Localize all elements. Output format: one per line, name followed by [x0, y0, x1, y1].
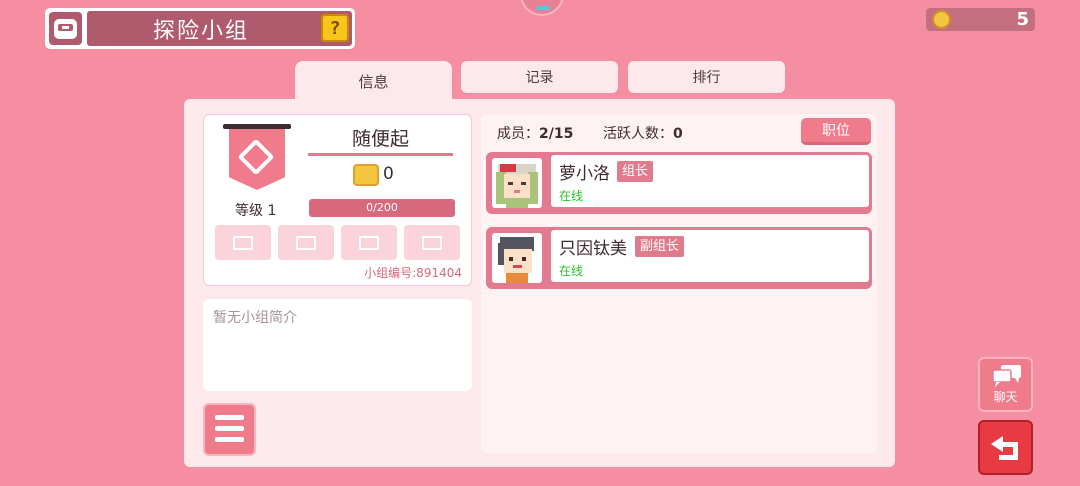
- currency-value: 5: [1016, 9, 1029, 30]
- members-panel: 成员：2/15 活跃人数：0 职位 萝小洛 组长 在线 只因钛美 副组长 在线: [481, 114, 877, 453]
- group-score: 0: [383, 164, 394, 184]
- slot-icon: [359, 236, 379, 250]
- role-badge: 组长: [617, 161, 654, 182]
- chat-label: 聊天: [993, 390, 1018, 404]
- trophy-icon: [353, 164, 379, 186]
- members-count: 成员：2/15: [497, 126, 574, 142]
- badge-slot[interactable]: [341, 225, 397, 260]
- chat-button[interactable]: 聊天: [978, 357, 1033, 412]
- menu-icon: [215, 415, 244, 420]
- description-text: 暂无小组简介: [213, 310, 297, 326]
- back-arrow-icon: [990, 435, 1018, 460]
- position-button[interactable]: 职位: [801, 118, 871, 145]
- xp-text: 0/200: [366, 201, 398, 214]
- chat-icon: [992, 365, 1021, 387]
- tab-ranking[interactable]: 排行: [628, 61, 785, 93]
- help-button[interactable]: ?: [321, 14, 349, 42]
- menu-button[interactable]: [203, 403, 256, 456]
- member-status: 在线: [559, 264, 584, 278]
- team-icon: [49, 12, 82, 45]
- xp-progress-bar: 0/200: [309, 199, 455, 217]
- badge-slot[interactable]: [215, 225, 271, 260]
- member-name: 萝小洛: [559, 164, 610, 184]
- member-row[interactable]: 只因钛美 副组长 在线: [486, 227, 872, 289]
- slot-icon: [296, 236, 316, 250]
- group-level: 等级 1: [235, 203, 277, 219]
- member-name: 只因钛美: [559, 239, 627, 259]
- member-row[interactable]: 萝小洛 组长 在线: [486, 152, 872, 214]
- title-bar: 探险小组 ?: [45, 8, 355, 49]
- avatar: [492, 158, 542, 208]
- active-count: 活跃人数：0: [603, 126, 683, 142]
- slot-icon: [422, 236, 442, 250]
- page-title: 探险小组: [152, 18, 249, 44]
- role-badge: 副组长: [635, 236, 685, 257]
- coin-icon: [932, 10, 951, 29]
- slot-icon: [233, 236, 253, 250]
- top-ornament: [520, 0, 564, 16]
- back-button[interactable]: [978, 420, 1033, 475]
- currency-display: 5: [926, 8, 1035, 31]
- tab-records[interactable]: 记录: [461, 61, 618, 93]
- member-status: 在线: [559, 189, 584, 203]
- badge-slot[interactable]: [278, 225, 334, 260]
- tab-info[interactable]: 信息: [295, 61, 452, 101]
- badge-slot[interactable]: [404, 225, 460, 260]
- group-name: 随便起: [351, 128, 409, 150]
- avatar: [492, 233, 542, 283]
- group-id: 小组编号:891404: [364, 266, 462, 280]
- group-info-card: 随便起 0 等级 1 0/200 小组编号:891404: [203, 114, 472, 286]
- group-description: 暂无小组简介: [203, 299, 472, 391]
